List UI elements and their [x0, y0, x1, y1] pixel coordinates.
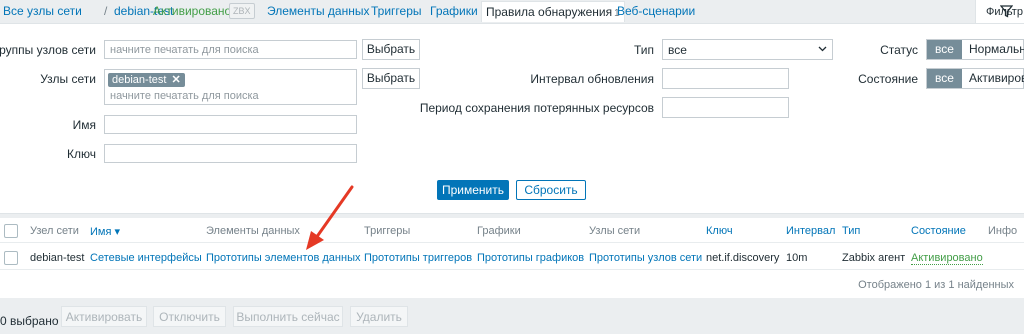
hosts-label: Узлы сети — [40, 72, 96, 86]
disable-button[interactable]: Отключить — [153, 306, 226, 327]
host-chip[interactable]: debian-test ✕ — [108, 73, 185, 87]
row-item-prototypes-link[interactable]: Прототипы элементов данных — [206, 252, 360, 264]
status-option-normal[interactable]: Нормальный — [962, 40, 1024, 59]
row-key: net.if.discovery — [706, 252, 780, 264]
header-hosts: Узлы сети — [589, 225, 641, 237]
results-count: Отображено 1 из 1 найденных — [858, 279, 1014, 291]
key-input[interactable] — [104, 144, 357, 163]
host-groups-label: Группы узлов сети — [0, 43, 96, 57]
breadcrumb-bar: Все узлы сети / debian-test Активировано… — [0, 0, 1024, 23]
row-divider — [0, 269, 1024, 270]
mass-action-bar: 0 выбрано Активировать Отключить Выполни… — [0, 306, 1024, 334]
host-groups-input[interactable]: начните печатать для поиска — [104, 40, 357, 59]
status-label: Статус — [880, 43, 918, 57]
tab-web-scenarios[interactable]: Веб-сценарии — [617, 4, 695, 18]
status-radio-group[interactable]: все Нормальный — [926, 39, 1024, 60]
enable-button[interactable]: Активировать — [61, 306, 147, 327]
type-select[interactable]: все — [662, 39, 833, 60]
header-divider — [0, 242, 1024, 243]
zbx-availability-badge: ZBX — [229, 3, 255, 19]
state-label: Состояние — [858, 72, 918, 86]
keep-lost-label: Период сохранения потерянных ресурсов — [419, 101, 654, 115]
interval-label: Интервал обновления — [530, 72, 654, 86]
header-triggers: Триггеры — [364, 225, 411, 237]
selected-count: 0 выбрано — [0, 314, 59, 328]
chip-remove-icon[interactable]: ✕ — [171, 74, 180, 86]
breadcrumb-separator: / — [104, 4, 108, 18]
execute-now-button[interactable]: Выполнить сейчас — [233, 306, 343, 327]
filter-panel: Группы узлов сети начните печатать для п… — [0, 23, 1024, 214]
header-type[interactable]: Тип — [842, 225, 860, 237]
hosts-select-button[interactable]: Выбрать — [362, 68, 420, 89]
type-label: Тип — [633, 43, 654, 57]
host-status[interactable]: Активировано — [153, 4, 231, 18]
funnel-icon — [1000, 5, 1013, 18]
delete-button[interactable]: Удалить — [350, 306, 408, 327]
row-interval: 10m — [786, 252, 808, 264]
state-option-enabled[interactable]: Активировано — [962, 69, 1024, 88]
header-info: Инфо — [988, 225, 1018, 237]
discovery-rules-table: Узел сети Имя ▾ Элементы данных Триггеры… — [0, 218, 1024, 298]
row-graph-prototypes-link[interactable]: Прототипы графиков — [477, 252, 584, 264]
header-state[interactable]: Состояние — [911, 225, 966, 237]
host-groups-select-button[interactable]: Выбрать — [362, 39, 420, 60]
header-name-sort[interactable]: Имя ▾ — [90, 225, 120, 238]
header-interval[interactable]: Интервал — [786, 225, 835, 237]
tab-triggers[interactable]: Триггеры — [371, 4, 422, 18]
type-select-value: все — [668, 43, 687, 57]
row-name-link[interactable]: Сетевые интерфейсы — [90, 252, 202, 264]
chevron-down-icon — [818, 46, 827, 52]
tab-items[interactable]: Элементы данных — [267, 4, 369, 18]
row-host-prototypes-link[interactable]: Прототипы узлов сети — [589, 252, 702, 264]
select-all-checkbox[interactable] — [4, 224, 18, 238]
row-type: Zabbix агент — [842, 252, 906, 264]
row-checkbox[interactable] — [4, 251, 18, 265]
hosts-placeholder: начните печатать для поиска — [110, 90, 259, 102]
apply-button[interactable]: Применить — [437, 180, 509, 200]
interval-input[interactable] — [662, 68, 789, 89]
name-label: Имя — [72, 118, 96, 132]
state-radio-group[interactable]: все Активировано — [926, 68, 1024, 89]
hosts-multiselect[interactable]: debian-test ✕ начните печатать для поиска — [104, 69, 357, 105]
host-groups-placeholder: начните печатать для поиска — [110, 44, 259, 56]
row-state-toggle[interactable]: Активировано — [911, 252, 983, 265]
breadcrumb-all-hosts[interactable]: Все узлы сети — [3, 4, 82, 18]
header-graphs: Графики — [477, 225, 521, 237]
name-input[interactable] — [104, 115, 357, 134]
tab-graphs[interactable]: Графики — [430, 4, 478, 18]
header-key[interactable]: Ключ — [706, 225, 733, 237]
key-label: Ключ — [67, 147, 96, 161]
keep-lost-input[interactable] — [662, 97, 789, 118]
reset-button[interactable]: Сбросить — [516, 180, 586, 200]
tab-discovery-rules[interactable]: Правила обнаружения 1 — [481, 1, 625, 22]
header-items: Элементы данных — [206, 225, 300, 237]
row-trigger-prototypes-link[interactable]: Прототипы триггеров — [364, 252, 472, 264]
state-option-all[interactable]: все — [927, 69, 962, 88]
status-option-all[interactable]: все — [927, 40, 962, 59]
row-host: debian-test — [30, 252, 85, 264]
header-host: Узел сети — [30, 225, 79, 237]
